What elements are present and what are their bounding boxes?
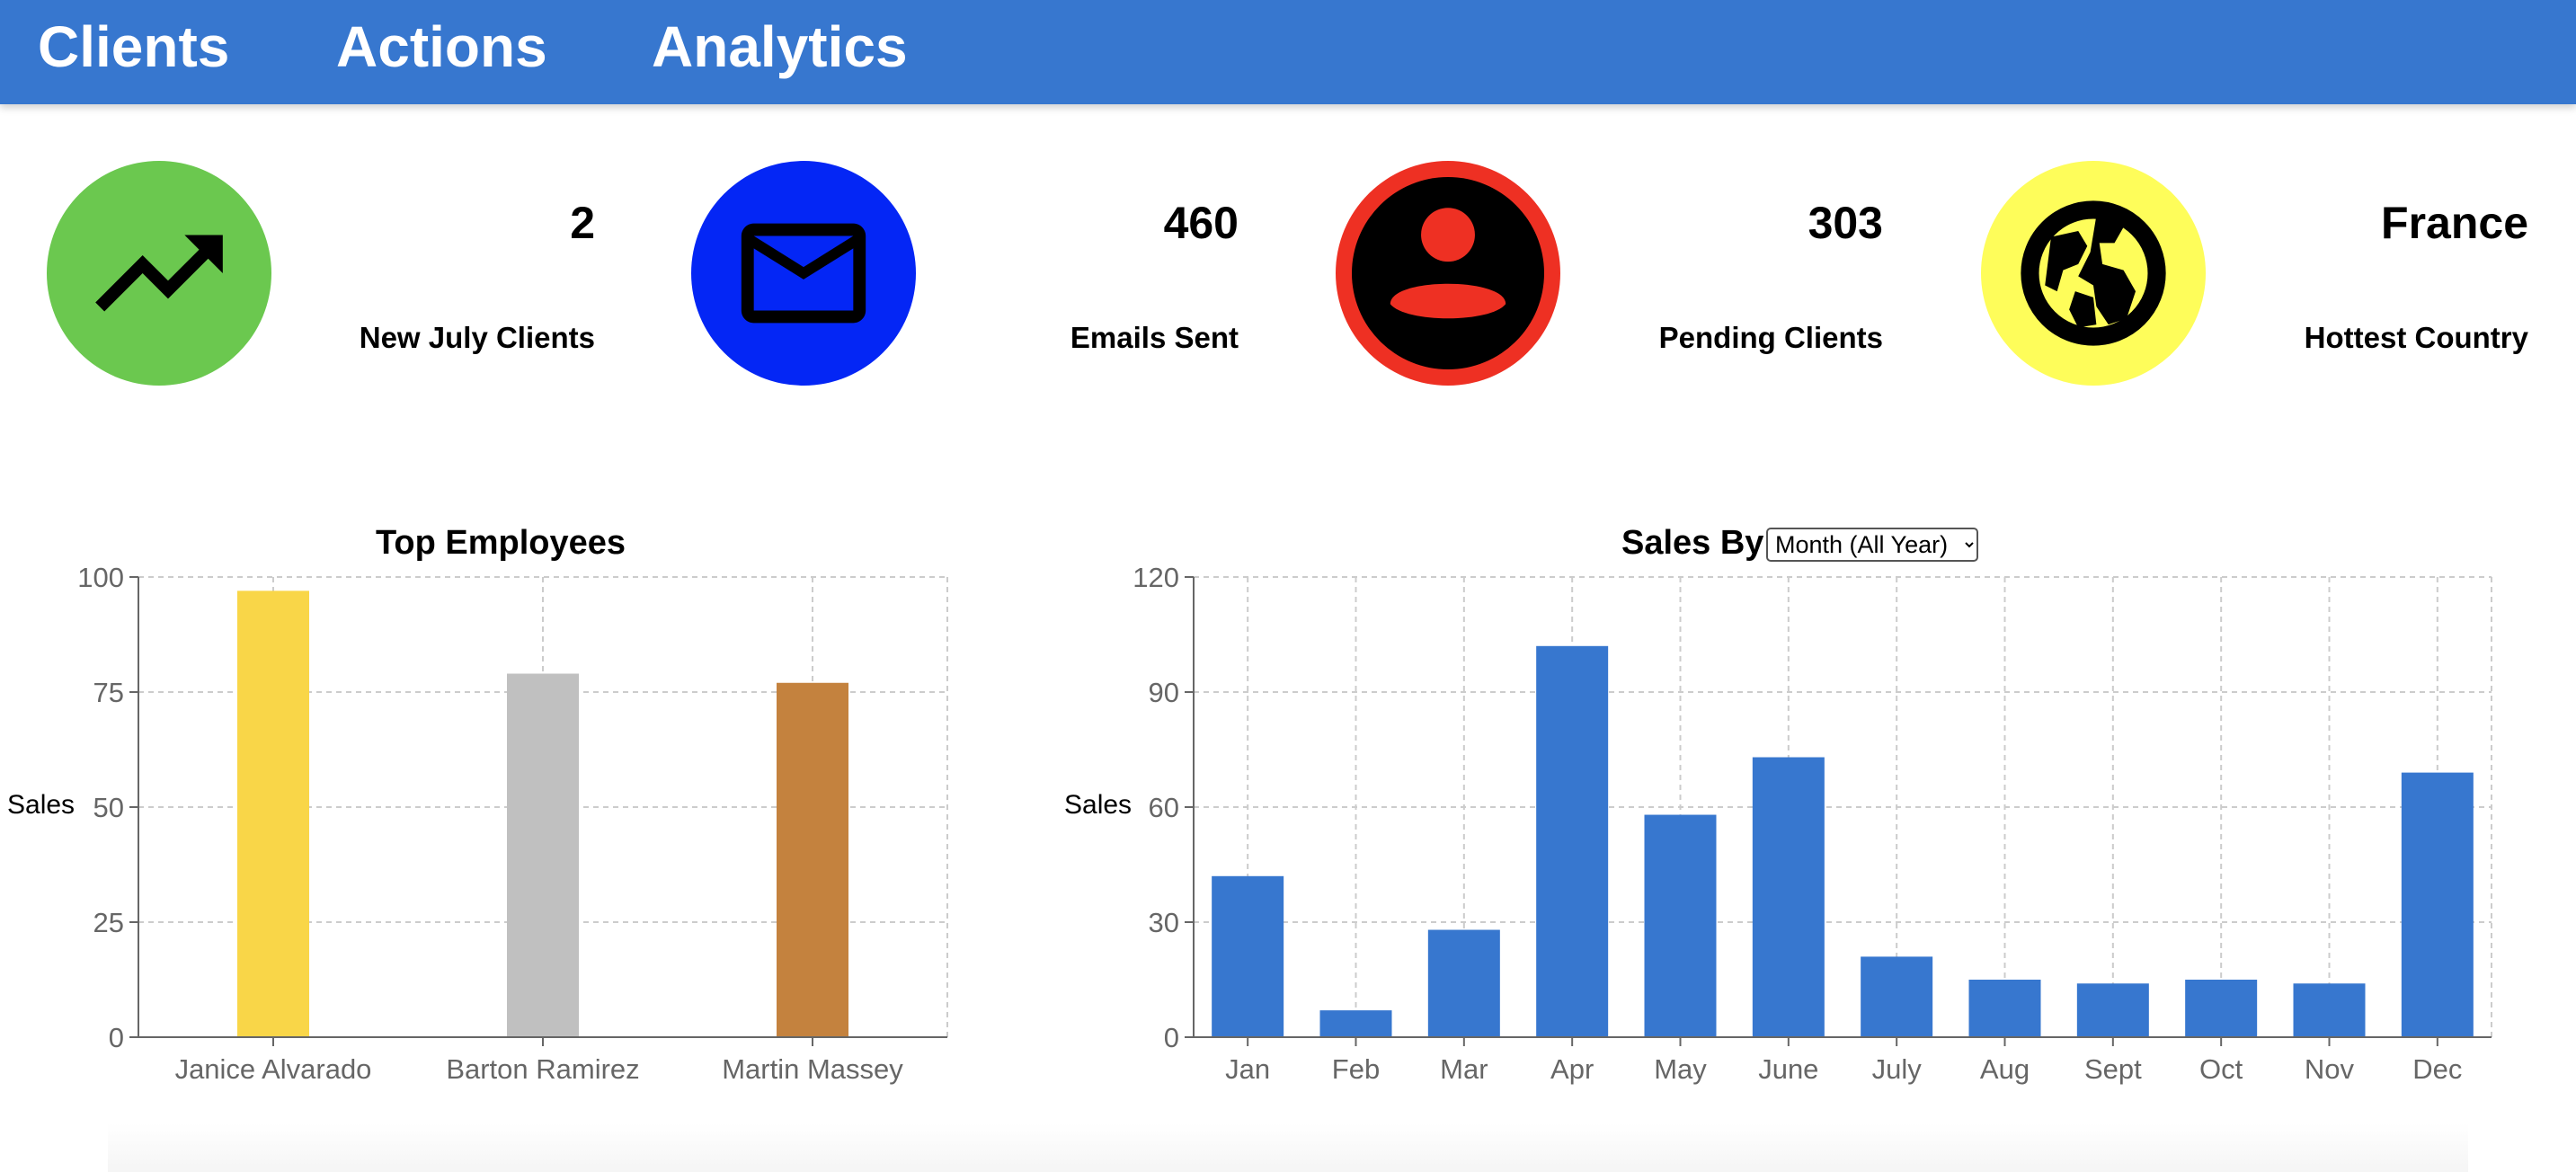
y-tick-label: 0 xyxy=(1164,1022,1179,1053)
stat-label: Hottest Country xyxy=(2304,321,2528,354)
x-tick-label: Martin Massey xyxy=(722,1053,903,1085)
bar xyxy=(1968,980,2041,1037)
x-tick-label: June xyxy=(1758,1053,1818,1085)
x-tick-label: Barton Ramirez xyxy=(446,1053,639,1085)
bar xyxy=(1752,757,1825,1037)
y-tick-label: 90 xyxy=(1149,677,1179,708)
top-employees-chart: 0 25 50 75 100 Janice Alvarado Barton Ramirez M… xyxy=(77,562,948,1085)
stat-value: France xyxy=(2381,198,2528,248)
bar xyxy=(1644,814,1717,1037)
bar xyxy=(1427,929,1500,1037)
x-tick-label: Apr xyxy=(1550,1053,1594,1085)
x-tick-label: Dec xyxy=(2412,1053,2462,1085)
stat-value: 460 xyxy=(1163,198,1239,248)
bar xyxy=(2293,983,2366,1037)
x-tick-label: Oct xyxy=(2199,1053,2243,1085)
bar xyxy=(1536,645,1609,1037)
stat-value: 303 xyxy=(1808,198,1883,248)
x-tick-label: July xyxy=(1872,1053,1923,1085)
x-tick-label: Nov xyxy=(2305,1053,2355,1085)
y-tick-label: 30 xyxy=(1149,907,1179,938)
y-tick-label: 100 xyxy=(77,562,124,593)
stat-label: Pending Clients xyxy=(1658,321,1883,354)
grid-lines xyxy=(1194,576,2492,1037)
stat-label: Emails Sent xyxy=(1070,321,1239,354)
x-tick-label: Mar xyxy=(1440,1053,1488,1085)
x-tick-label: Jan xyxy=(1225,1053,1270,1085)
bar xyxy=(507,673,579,1037)
x-tick-label: Feb xyxy=(1332,1053,1380,1085)
y-tick-label: 50 xyxy=(93,792,124,823)
bar xyxy=(2185,980,2258,1037)
bar xyxy=(1861,956,1933,1037)
x-tick-label: May xyxy=(1654,1053,1707,1085)
top-navbar: Clients Actions Analytics xyxy=(0,0,2576,104)
tab-actions[interactable]: Actions xyxy=(336,14,547,79)
bar xyxy=(1212,875,1284,1037)
sales-by-chart: 0 30 60 90 120 Jan Feb Mar Apr May June July Aug Sept… xyxy=(1133,562,2492,1085)
stat-value: 2 xyxy=(570,198,595,248)
x-tick-label: Aug xyxy=(1980,1053,2030,1085)
y-tick-label: 120 xyxy=(1133,562,1179,593)
stat-label: New July Clients xyxy=(359,321,595,354)
bottom-panel-edge xyxy=(108,1123,2468,1172)
tab-analytics[interactable]: Analytics xyxy=(652,14,908,79)
bar xyxy=(1319,1010,1392,1037)
x-tick-label: Janice Alvarado xyxy=(175,1053,372,1085)
bar xyxy=(777,682,848,1037)
y-tick-label: 60 xyxy=(1149,792,1179,823)
bar xyxy=(237,590,309,1037)
x-tick-label: Sept xyxy=(2084,1053,2142,1085)
tab-clients[interactable]: Clients xyxy=(38,14,229,79)
bar xyxy=(2076,983,2149,1037)
y-tick-label: 0 xyxy=(109,1022,124,1053)
y-tick-label: 25 xyxy=(93,907,124,938)
bar xyxy=(2401,772,2474,1037)
y-tick-label: 75 xyxy=(93,677,124,708)
